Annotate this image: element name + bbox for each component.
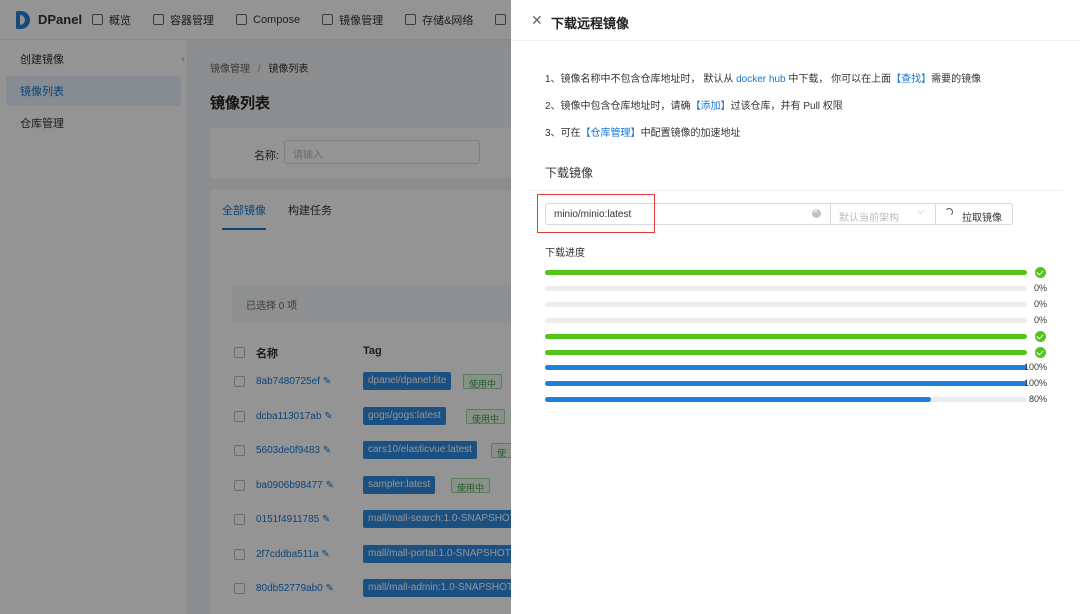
- loading-spinner-icon: [945, 208, 953, 216]
- tip-text: 中配置镜像的加速地址: [640, 128, 741, 139]
- tip-text: 1、镜像名称中不包含仓库地址时， 默认从: [545, 74, 737, 85]
- drawer-title: 下载远程镜像: [551, 16, 630, 31]
- progress-percent: 100%: [1023, 378, 1047, 389]
- progress-percent: 0%: [1033, 282, 1047, 293]
- check-circle-icon: [1035, 267, 1046, 278]
- progress-bar: [545, 333, 1027, 339]
- progress-bar: [545, 349, 1027, 355]
- progress-fill: [545, 365, 1027, 371]
- progress-fill: [545, 270, 1027, 275]
- progress-bar: [545, 397, 1027, 403]
- check-circle-icon: [1035, 330, 1046, 342]
- tip-text: 中下载， 你可以在上面: [785, 74, 892, 85]
- progress-percent: 100%: [1023, 362, 1047, 373]
- tip-link[interactable]: 【添加】: [691, 101, 731, 112]
- progress-bar: [545, 270, 1027, 275]
- modal-overlay[interactable]: [0, 0, 511, 614]
- section-title: 下载镜像: [545, 166, 594, 180]
- progress-fill: [545, 381, 1027, 387]
- progress-title: 下载进度: [545, 248, 585, 259]
- tip-link[interactable]: 【仓库管理】: [581, 128, 641, 139]
- progress-bar: [545, 285, 1027, 291]
- progress-fill: [545, 349, 1027, 355]
- instruction-tip: 2、镜像中包含仓库地址时，请确【添加】过该仓库，并有 Pull 权限: [545, 97, 843, 112]
- progress-percent: 80%: [1028, 394, 1047, 405]
- chevron-down-icon: ⌵: [917, 206, 924, 216]
- progress-bar: [545, 381, 1027, 387]
- check-circle-icon: [1035, 346, 1046, 358]
- download-image-drawer: ✕ 下载远程镜像 1、镜像名称中不包含仓库地址时， 默认从 docker hub…: [511, 0, 1080, 614]
- close-icon[interactable]: ✕: [531, 12, 543, 29]
- instruction-tip: 1、镜像名称中不包含仓库地址时， 默认从 docker hub 中下载， 你可以…: [545, 70, 981, 85]
- instruction-tip: 3、可在【仓库管理】中配置镜像的加速地址: [545, 124, 741, 139]
- tip-text: 3、可在: [545, 128, 581, 139]
- tip-link[interactable]: 【查找】: [891, 74, 931, 85]
- divider: [529, 190, 1063, 191]
- progress-bar: [545, 317, 1027, 323]
- progress-bar: [545, 301, 1027, 307]
- tip-text: 需要的镜像: [931, 74, 982, 85]
- clear-input-icon[interactable]: [812, 206, 821, 218]
- progress-bar: [545, 365, 1027, 371]
- divider: [511, 40, 1080, 41]
- tip-text: 2、镜像中包含仓库地址时，请确: [545, 101, 691, 112]
- tip-text: 过该仓库，并有 Pull 权限: [730, 101, 843, 112]
- progress-percent: 0%: [1033, 314, 1047, 325]
- progress-percent: 0%: [1033, 298, 1047, 309]
- highlight-box: [537, 194, 655, 233]
- progress-fill: [545, 333, 1027, 339]
- progress-fill: [545, 397, 931, 403]
- tip-link[interactable]: docker hub: [736, 74, 785, 85]
- pull-button-label: 拉取镜像: [962, 213, 1002, 224]
